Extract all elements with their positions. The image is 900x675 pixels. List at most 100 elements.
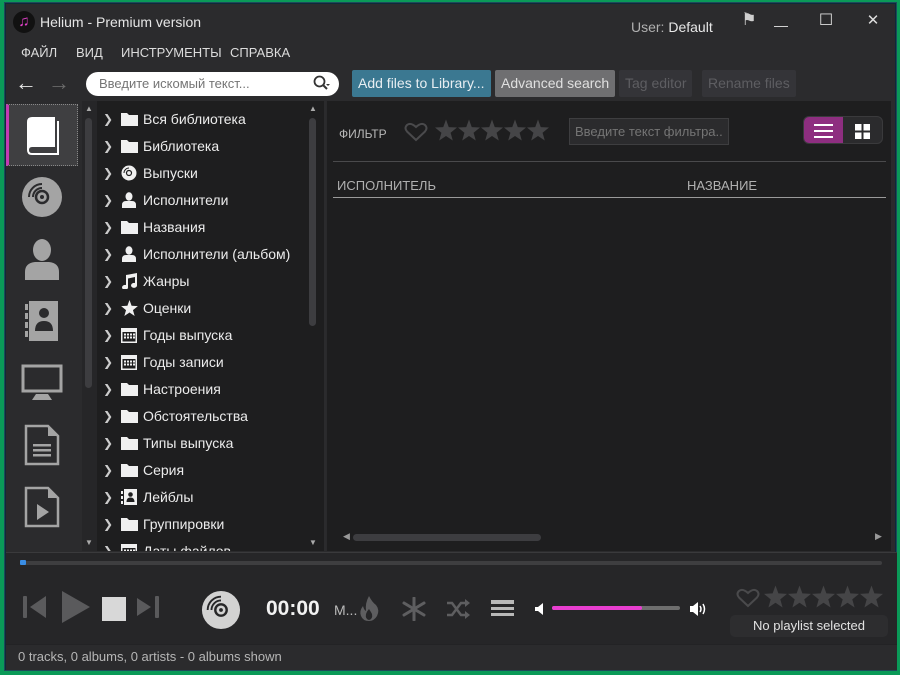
now-playing-disc[interactable] (201, 590, 241, 630)
sidebar-item-releases[interactable] (6, 166, 78, 228)
expand-chevron-icon[interactable]: ❯ (97, 193, 119, 207)
filter-rating[interactable] (435, 119, 550, 146)
sidebar-item-artists[interactable] (6, 228, 78, 290)
scroll-up-arrow[interactable]: ▲ (309, 104, 317, 113)
expand-chevron-icon[interactable]: ❯ (97, 247, 119, 261)
mute-button[interactable] (535, 603, 545, 615)
play-button[interactable] (60, 590, 92, 624)
minimize-button[interactable]: — (769, 14, 793, 36)
energy-button[interactable] (358, 595, 380, 621)
track-rating-star-icon[interactable] (812, 585, 835, 613)
sidebar-item-video[interactable] (6, 476, 78, 538)
expand-chevron-icon[interactable]: ❯ (97, 517, 119, 531)
column-header-artist[interactable]: ИСПОЛНИТЕЛЬ (337, 178, 436, 193)
tree-item[interactable]: ❯ Серия (97, 456, 302, 483)
forward-button[interactable]: → (48, 72, 70, 94)
sidebar-scroll-thumb[interactable] (85, 118, 92, 388)
tree-item[interactable]: ❯ Даты файлов (97, 537, 302, 551)
tree-item[interactable]: ❯ Выпуски (97, 159, 302, 186)
flag-icon[interactable]: ⚑ (737, 9, 761, 31)
filter-rating-star-icon[interactable] (504, 119, 526, 146)
filter-rating-star-icon[interactable] (435, 119, 457, 146)
column-header-title[interactable]: НАЗВАНИЕ (687, 178, 757, 193)
tree-item[interactable]: ❯ Названия (97, 213, 302, 240)
advanced-search-button[interactable]: Advanced search (495, 70, 616, 97)
track-rating-star-icon[interactable] (788, 585, 811, 613)
tree-item[interactable]: ❯ Обстоятельства (97, 402, 302, 429)
filter-rating-star-icon[interactable] (481, 119, 503, 146)
expand-chevron-icon[interactable]: ❯ (97, 490, 119, 504)
seek-bar[interactable] (20, 560, 882, 565)
add-files-button[interactable]: Add files to Library... (352, 70, 491, 97)
sidebar-item-playlists[interactable] (6, 414, 78, 476)
tree-item[interactable]: ❯ Годы выпуска (97, 321, 302, 348)
seek-position[interactable] (20, 560, 26, 565)
scroll-right-arrow[interactable]: ▶ (875, 531, 882, 542)
tree-item[interactable]: ❯ Группировки (97, 510, 302, 537)
sidebar-item-contacts[interactable] (6, 290, 78, 352)
sidebar-item-library[interactable] (6, 104, 78, 166)
tree-item[interactable]: ❯ Исполнители (97, 186, 302, 213)
expand-chevron-icon[interactable]: ❯ (97, 382, 119, 396)
track-rating-star-icon[interactable] (764, 585, 787, 613)
volume-max-button[interactable] (690, 602, 708, 616)
expand-chevron-icon[interactable]: ❯ (97, 139, 119, 153)
scroll-down-arrow[interactable]: ▼ (85, 538, 93, 547)
expand-chevron-icon[interactable]: ❯ (97, 112, 119, 126)
back-button[interactable]: ← (15, 72, 37, 94)
expand-chevron-icon[interactable]: ❯ (97, 436, 119, 450)
search-input[interactable] (99, 76, 299, 91)
tree-item[interactable]: ❯ Типы выпуска (97, 429, 302, 456)
sidebar-item-devices[interactable] (6, 352, 78, 414)
horizontal-scroll-thumb[interactable] (353, 534, 541, 541)
scroll-down-arrow[interactable]: ▼ (309, 538, 317, 547)
favorite-heart-icon[interactable] (404, 122, 428, 142)
expand-chevron-icon[interactable]: ❯ (97, 463, 119, 477)
effects-button[interactable] (402, 597, 426, 621)
tree-item[interactable]: ❯ Лейблы (97, 483, 302, 510)
tag-editor-button[interactable]: Tag editor (619, 70, 693, 97)
tree-item[interactable]: ❯ Годы записи (97, 348, 302, 375)
filter-rating-star-icon[interactable] (527, 119, 549, 146)
tree-item[interactable]: ❯ Библиотека (97, 132, 302, 159)
menu-help[interactable]: СПРАВКА (230, 45, 290, 60)
scroll-left-arrow[interactable]: ◀ (343, 531, 350, 542)
menu-tools[interactable]: ИНСТРУМЕНТЫ (121, 45, 222, 60)
track-favorite-heart-icon[interactable] (736, 588, 760, 608)
filter-rating-star-icon[interactable] (458, 119, 480, 146)
expand-chevron-icon[interactable]: ❯ (97, 544, 119, 552)
expand-chevron-icon[interactable]: ❯ (97, 328, 119, 342)
menu-file[interactable]: ФАЙЛ (21, 45, 57, 60)
list-view-button[interactable] (804, 117, 843, 143)
horizontal-scrollbar[interactable]: ◀ ▶ (327, 531, 892, 545)
volume-slider[interactable] (552, 606, 680, 610)
tree-item[interactable]: ❯ Настроения (97, 375, 302, 402)
expand-chevron-icon[interactable]: ❯ (97, 166, 119, 180)
sidebar-scrollbar[interactable]: ▲ ▼ (82, 101, 97, 551)
stop-button[interactable] (102, 597, 126, 621)
menu-view[interactable]: ВИД (76, 45, 103, 60)
close-button[interactable]: ✕ (861, 10, 885, 32)
expand-chevron-icon[interactable]: ❯ (97, 355, 119, 369)
previous-button[interactable] (22, 595, 48, 619)
scroll-up-arrow[interactable]: ▲ (85, 104, 93, 113)
next-button[interactable] (136, 595, 160, 619)
track-rating[interactable] (764, 585, 884, 613)
search-icon[interactable] (313, 75, 331, 94)
expand-chevron-icon[interactable]: ❯ (97, 301, 119, 315)
playlist-queue-button[interactable] (491, 600, 514, 617)
expand-chevron-icon[interactable]: ❯ (97, 409, 119, 423)
shuffle-button[interactable] (446, 598, 470, 620)
volume-level[interactable] (552, 606, 642, 610)
track-rating-star-icon[interactable] (860, 585, 883, 613)
expand-chevron-icon[interactable]: ❯ (97, 220, 119, 234)
user-indicator[interactable]: User: Default (631, 19, 713, 35)
tree-item[interactable]: ❯ Оценки (97, 294, 302, 321)
maximize-button[interactable]: ☐ (814, 10, 838, 32)
tree-item[interactable]: ❯ Вся библиотека (97, 105, 302, 132)
expand-chevron-icon[interactable]: ❯ (97, 274, 119, 288)
rename-files-button[interactable]: Rename files (702, 70, 796, 97)
track-rating-star-icon[interactable] (836, 585, 859, 613)
filter-input[interactable] (569, 118, 729, 145)
tree-scrollbar[interactable]: ▲ ▼ (302, 101, 324, 551)
